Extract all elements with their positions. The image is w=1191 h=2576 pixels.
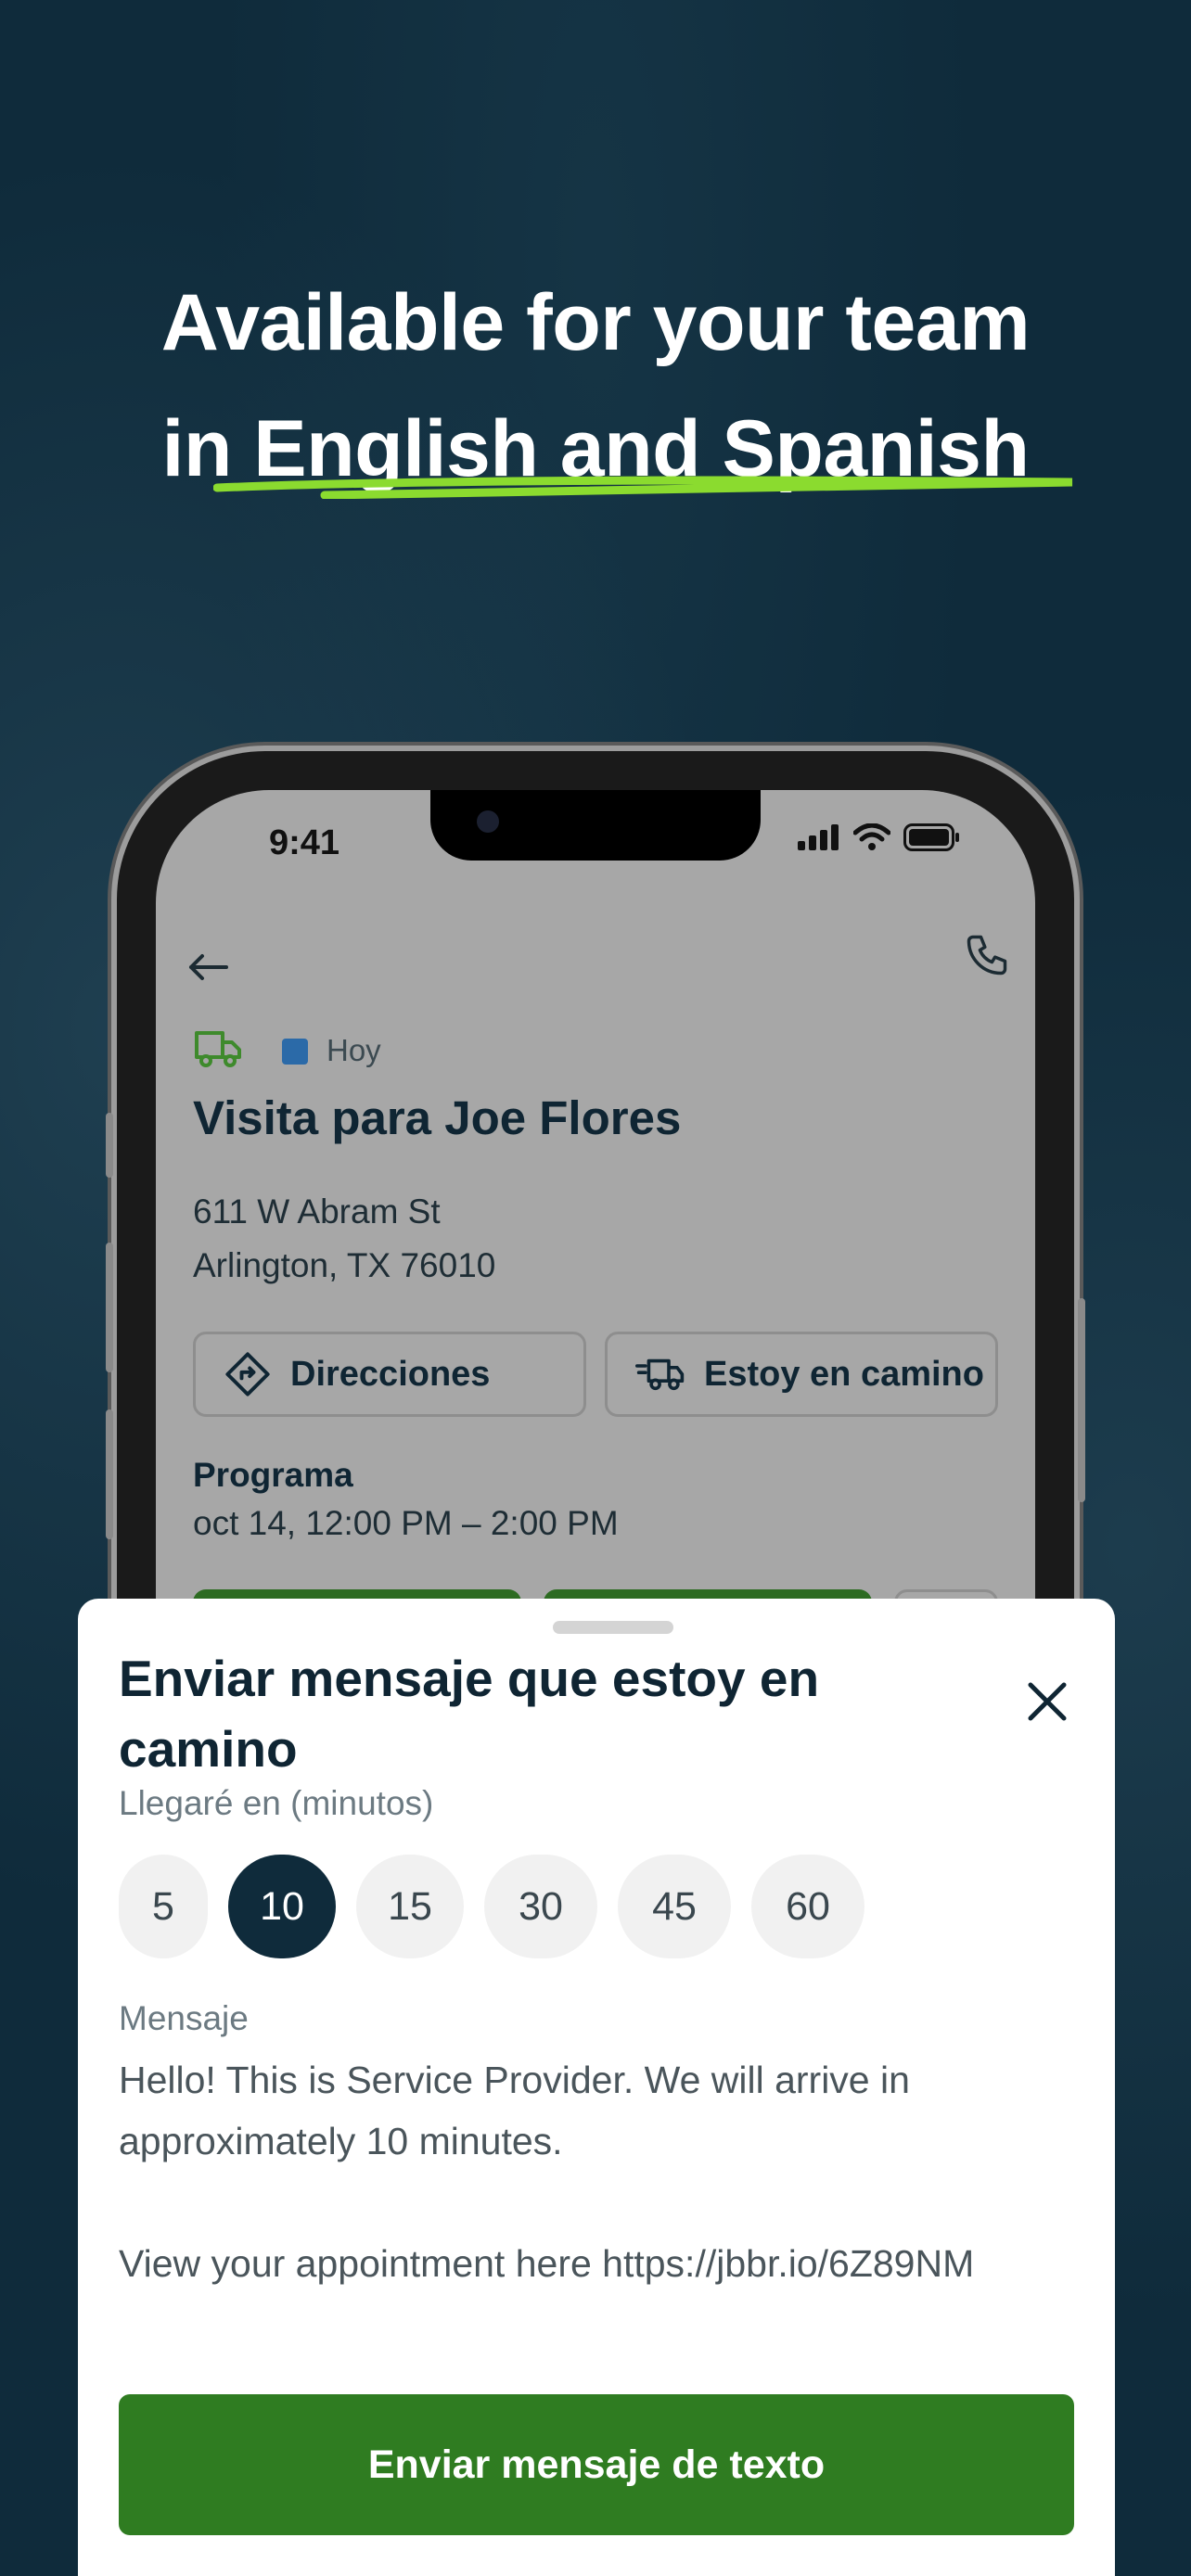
truck-icon [193, 1027, 245, 1075]
day-color-swatch [282, 1039, 308, 1065]
battery-icon [903, 823, 959, 851]
message-line2: View your appointment here https://jbbr.… [119, 2242, 975, 2285]
minute-option-30[interactable]: 30 [484, 1855, 597, 1958]
minute-option-45[interactable]: 45 [618, 1855, 731, 1958]
minute-option-60[interactable]: 60 [751, 1855, 864, 1958]
phone-side-button [106, 1113, 113, 1178]
wifi-icon [853, 823, 890, 850]
message-line1: Hello! This is Service Provider. We will… [119, 2059, 910, 2162]
message-label: Mensaje [119, 1999, 249, 2037]
phone-volume-down [106, 1409, 113, 1539]
notch [430, 790, 761, 861]
minute-option-10-selected[interactable]: 10 [228, 1855, 336, 1958]
status-icons [798, 823, 961, 851]
sheet-drag-handle[interactable] [553, 1621, 673, 1634]
phone-call-icon[interactable] [963, 931, 1011, 984]
on-my-way-label: Estoy en camino [704, 1354, 984, 1394]
front-camera [477, 810, 499, 833]
close-icon[interactable] [1026, 1680, 1069, 1728]
phone-power-button [1078, 1298, 1085, 1502]
day-badge: Hoy [327, 1033, 381, 1067]
address-line1: 611 W Abram St [193, 1192, 441, 1231]
schedule-value: oct 14, 12:00 PM – 2:00 PM [193, 1504, 619, 1542]
fast-truck-icon [635, 1358, 685, 1391]
minutes-selector: 5 10 15 30 45 60 [119, 1855, 864, 1958]
schedule-label: Programa [193, 1456, 353, 1494]
signal-icon [798, 824, 839, 850]
on-my-way-button[interactable]: Estoy en camino [605, 1332, 998, 1417]
on-my-way-sheet: Enviar mensaje que estoy en camino Llega… [78, 1599, 1115, 2576]
directions-button[interactable]: Direcciones [193, 1332, 586, 1417]
green-underline-stroke [213, 476, 1073, 499]
minute-option-5[interactable]: 5 [119, 1855, 208, 1958]
minute-option-15[interactable]: 15 [356, 1855, 464, 1958]
status-time: 9:41 [269, 823, 340, 862]
send-text-button[interactable]: Enviar mensaje de texto [119, 2394, 1074, 2535]
visit-title: Visita para Joe Flores [193, 1091, 682, 1144]
message-textarea[interactable]: Hello! This is Service Provider. We will… [119, 2049, 1083, 2294]
headline-line1: Available for your team [160, 278, 1031, 367]
directions-label: Direcciones [290, 1354, 491, 1394]
sheet-title: Enviar mensaje que estoy en camino [119, 1650, 820, 1778]
directions-icon [225, 1352, 270, 1396]
arrive-minutes-label: Llegaré en (minutos) [119, 1784, 434, 1822]
phone-volume-up [106, 1243, 113, 1372]
back-arrow-icon[interactable] [187, 942, 228, 992]
visit-address[interactable]: 611 W Abram St Arlington, TX 76010 [193, 1185, 495, 1293]
address-line2: Arlington, TX 76010 [193, 1246, 496, 1284]
